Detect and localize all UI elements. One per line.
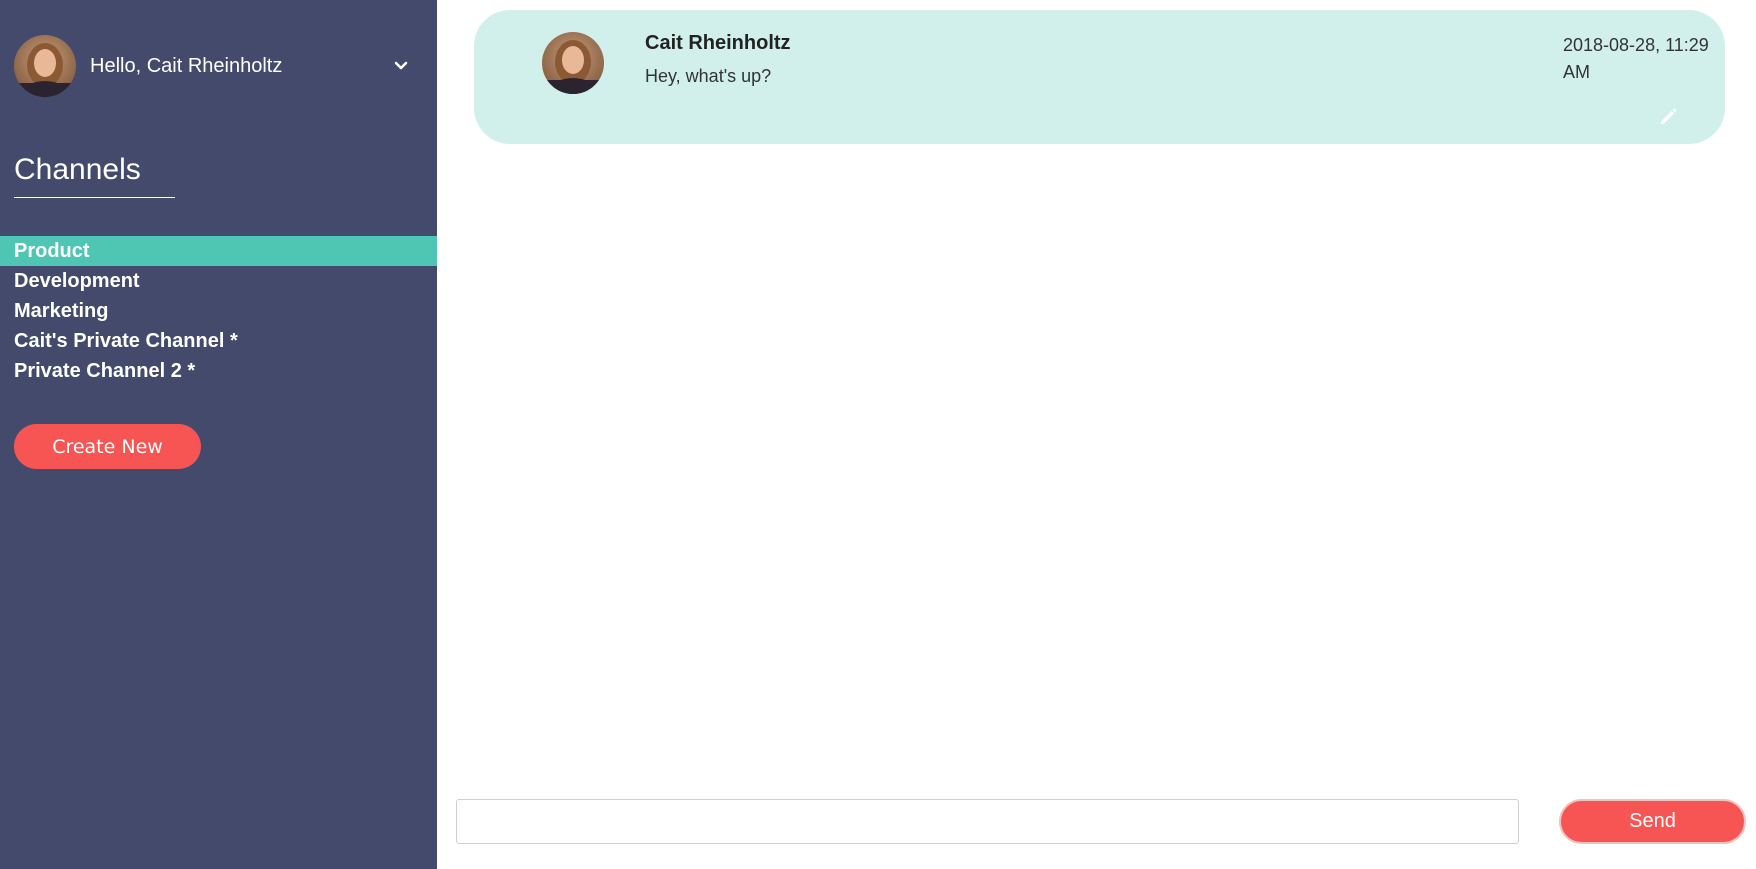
message-input[interactable] [456,799,1519,844]
user-menu-toggle[interactable]: Hello, Cait Rheinholtz [14,35,409,97]
chat-app: Hello, Cait Rheinholtz Channels Product … [0,0,1756,869]
channel-item-development[interactable]: Development [0,266,437,296]
create-channel-button[interactable]: Create New [14,424,201,469]
chat-main: Cait Rheinholtz Hey, what's up? 2018-08-… [437,0,1756,869]
channels-heading: Channels [14,153,141,186]
chevron-down-icon[interactable] [393,58,409,74]
channel-item-marketing[interactable]: Marketing [0,296,437,326]
channel-item-caits-private[interactable]: Cait's Private Channel * [0,326,437,356]
message-bubble: Cait Rheinholtz Hey, what's up? 2018-08-… [474,10,1725,144]
message-timestamp: 2018-08-28, 11:29 AM [1563,35,1709,82]
channel-list: Product Development Marketing Cait's Pri… [0,236,437,386]
message-author: Cait Rheinholtz [645,32,791,54]
message-avatar [542,32,604,94]
channel-item-private-2[interactable]: Private Channel 2 * [0,356,437,386]
pencil-icon[interactable] [1657,104,1681,128]
user-avatar [14,35,76,97]
channels-divider [14,197,175,198]
send-button[interactable]: Send [1559,799,1746,844]
user-greeting: Hello, Cait Rheinholtz [90,54,283,77]
sidebar: Hello, Cait Rheinholtz Channels Product … [0,0,437,869]
message-text: Hey, what's up? [645,66,772,86]
channel-item-product[interactable]: Product [0,236,437,266]
